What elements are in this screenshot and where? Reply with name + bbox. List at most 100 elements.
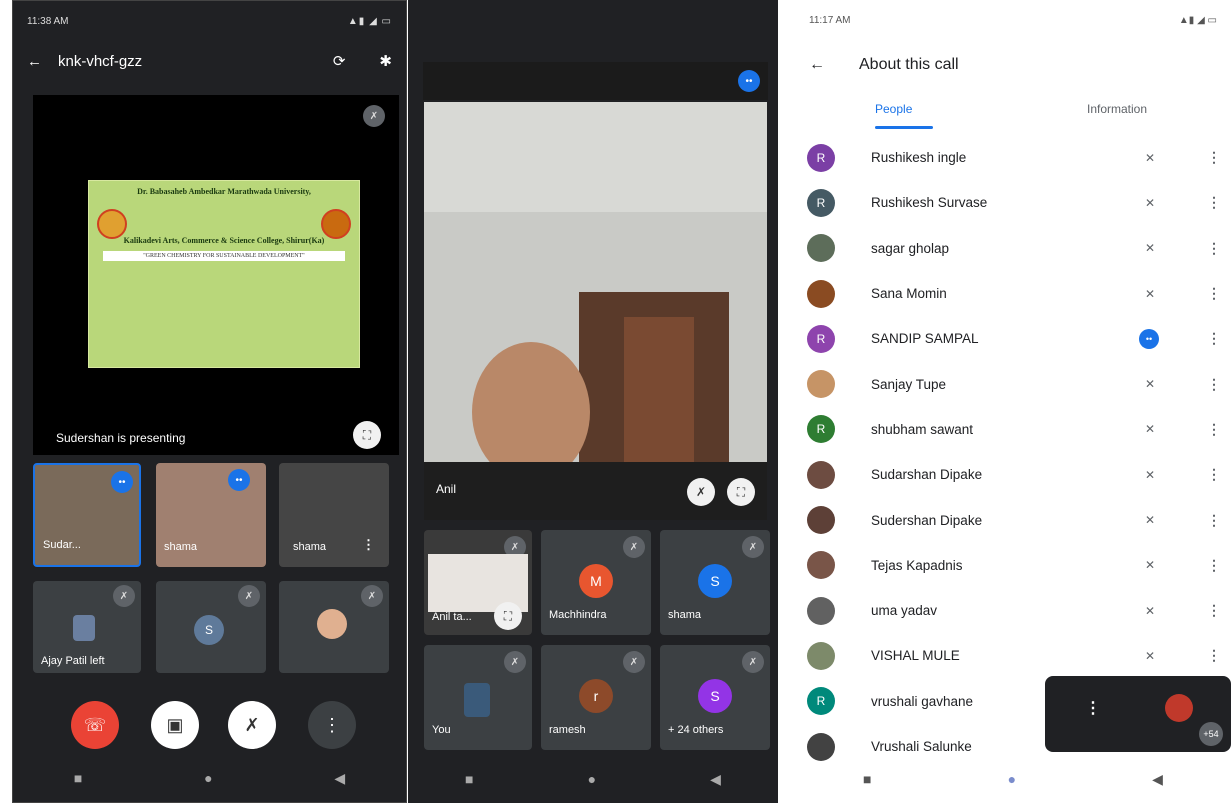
mic-off-icon[interactable]: ✗	[687, 478, 715, 506]
participant-row[interactable]: sagar gholap ✕ ⋮	[795, 226, 1231, 271]
mic-off-icon: ✕	[1145, 422, 1156, 437]
mic-off-icon: ✕	[1145, 558, 1156, 573]
participant-avatar: R	[807, 687, 835, 716]
meet-call-screen-2: •• Anil ✗ ⛶ ✗ Anil ta... ⛶ ✗ M Machhindr…	[408, 0, 778, 803]
more-options-icon[interactable]: ⋮	[1207, 647, 1221, 664]
more-options-icon[interactable]: ⋮	[1207, 602, 1221, 619]
participant-row[interactable]: Tejas Kapadnis ✕ ⋮	[795, 543, 1231, 588]
mic-off-icon: ✕	[1145, 513, 1156, 528]
participant-tile[interactable]: ✗ Anil ta... ⛶	[424, 530, 532, 635]
android-nav-bar: ■ ● ◀	[13, 754, 406, 802]
mic-off-icon: ✕	[1145, 467, 1156, 482]
status-time: 11:38 AM	[27, 15, 69, 27]
participant-avatar	[807, 234, 835, 263]
participant-tile[interactable]: ✗ r ramesh	[541, 645, 651, 750]
participant-tile[interactable]: ✗	[279, 581, 389, 673]
mic-off-button[interactable]: ✗	[228, 701, 276, 749]
switch-camera-icon[interactable]: ⟳	[333, 52, 346, 70]
fullscreen-icon[interactable]: ⛶	[727, 478, 755, 506]
participant-tile[interactable]: ✗ M Machhindra	[541, 530, 651, 635]
participant-name: sagar gholap	[871, 240, 950, 256]
participant-row[interactable]: Sana Momin ✕ ⋮	[795, 271, 1231, 316]
more-options-icon[interactable]: ⋮	[1207, 285, 1221, 302]
call-pip-window[interactable]: ⋮ +54	[1045, 676, 1231, 752]
participant-tile[interactable]: ✗ You	[424, 645, 532, 750]
top-strip: ••	[423, 62, 768, 100]
participant-row[interactable]: Sudarshan Dipake ✕ ⋮	[795, 452, 1231, 497]
home-icon[interactable]: ●	[204, 770, 212, 786]
more-options-icon[interactable]: ⋮	[1207, 194, 1221, 211]
bluetooth-icon[interactable]: ✱	[379, 52, 392, 70]
more-options-icon[interactable]: ⋮	[1207, 421, 1221, 438]
participant-name: shubham sawant	[871, 421, 974, 437]
participant-tile[interactable]: •• Sudar...	[33, 463, 141, 567]
college-logo-icon	[321, 209, 351, 239]
more-options-icon[interactable]: ⋮	[1207, 512, 1221, 529]
participant-avatar: R	[807, 188, 835, 217]
more-options-icon[interactable]: ⋮	[1085, 698, 1101, 718]
participant-row[interactable]: uma yadav ✕ ⋮	[795, 588, 1231, 633]
more-options-icon[interactable]: ⋮	[1207, 376, 1221, 393]
recents-icon[interactable]: ■	[74, 770, 82, 786]
participant-row[interactable]: Sanjay Tupe ✕ ⋮	[795, 361, 1231, 406]
participant-avatar: S	[194, 615, 224, 645]
home-icon[interactable]: ●	[1008, 771, 1016, 787]
back-icon[interactable]: ◀	[710, 771, 721, 788]
participant-tile[interactable]: ✗ Ajay Patil left	[33, 581, 141, 673]
participant-name: uma yadav	[871, 603, 938, 619]
video-shadow	[424, 462, 767, 520]
participant-name: VISHAL MULE	[871, 648, 960, 664]
participant-row[interactable]: Rshubham sawant ✕ ⋮	[795, 407, 1231, 452]
participant-tile[interactable]: shama ⋮	[279, 463, 389, 567]
camera-off-button[interactable]: ▣	[151, 701, 199, 749]
fullscreen-icon[interactable]: ⛶	[494, 602, 522, 630]
back-arrow-icon[interactable]: ←	[809, 56, 825, 74]
back-icon[interactable]: ◀	[334, 770, 345, 787]
mic-off-icon: ✕	[1145, 286, 1156, 301]
participant-tile[interactable]: ✗ S	[156, 581, 266, 673]
participant-row[interactable]: R Rushikesh ingle ✕ ⋮	[795, 135, 1231, 180]
back-arrow-icon[interactable]: ←	[27, 53, 42, 70]
participant-avatar: R	[807, 324, 835, 353]
tab-people[interactable]: People	[875, 102, 912, 116]
recents-icon[interactable]: ■	[863, 771, 871, 787]
video-person	[472, 342, 590, 482]
tab-information[interactable]: Information	[1087, 102, 1147, 116]
more-options-icon[interactable]: ⋮	[362, 537, 375, 553]
home-icon[interactable]: ●	[588, 771, 596, 787]
participant-name: vrushali gavhane	[871, 693, 974, 709]
participant-avatar: S	[698, 679, 732, 713]
more-options-icon[interactable]: ⋮	[1207, 466, 1221, 483]
main-video[interactable]: Anil ✗ ⛶	[424, 102, 767, 520]
participant-row[interactable]: VISHAL MULE ✕ ⋮	[795, 633, 1231, 678]
fullscreen-icon[interactable]: ⛶	[353, 421, 381, 449]
speaking-icon: ••	[228, 469, 250, 491]
android-nav-bar: ■ ● ◀	[408, 755, 778, 803]
active-tab-indicator	[875, 126, 933, 129]
participant-tile[interactable]: ✗ S + 24 others	[660, 645, 770, 750]
mic-off-icon: ✗	[238, 585, 260, 607]
mic-off-icon: ✗	[742, 651, 764, 673]
more-options-button[interactable]: ⋮	[308, 701, 356, 749]
more-options-icon[interactable]: ⋮	[1207, 240, 1221, 257]
more-options-icon[interactable]: ⋮	[1207, 557, 1221, 574]
mic-off-icon: ✗	[623, 651, 645, 673]
participant-tile[interactable]: •• shama	[156, 463, 266, 567]
participant-row[interactable]: R Rushikesh Survase ✕ ⋮	[795, 180, 1231, 225]
back-icon[interactable]: ◀	[1152, 771, 1163, 788]
participant-name: Tejas Kapadnis	[871, 557, 963, 573]
end-call-button[interactable]: ☏	[71, 701, 119, 749]
about-call-screen: 11:17 AM ▲▮ ◢ ▭ ← About this call People…	[795, 0, 1231, 803]
slide-college: Kalikadevi Arts, Commerce & Science Coll…	[123, 236, 325, 245]
participant-photo	[464, 683, 490, 717]
more-options-icon[interactable]: ⋮	[1207, 149, 1221, 166]
meeting-code[interactable]: knk-vhcf-gzz	[58, 53, 317, 70]
participant-tile[interactable]: ✗ S shama	[660, 530, 770, 635]
participant-row[interactable]: Sudershan Dipake ✕ ⋮	[795, 497, 1231, 542]
mic-off-icon: ✗	[623, 536, 645, 558]
mic-off-icon: ✕	[1145, 150, 1156, 165]
recents-icon[interactable]: ■	[465, 771, 473, 787]
participant-row[interactable]: R SANDIP SAMPAL •• ⋮	[795, 316, 1231, 361]
tab-bar: People Information	[795, 90, 1231, 130]
more-options-icon[interactable]: ⋮	[1207, 330, 1221, 347]
